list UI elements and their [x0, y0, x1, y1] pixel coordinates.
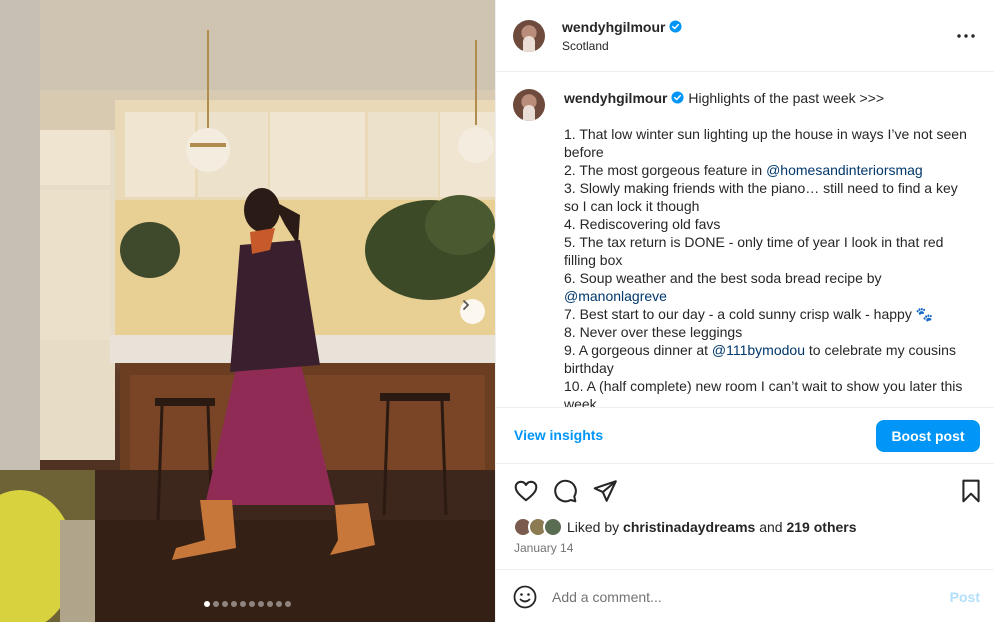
post-date[interactable]: January 14: [514, 541, 573, 555]
carousel-dot: [267, 601, 273, 607]
caption-line: 8. Never over these leggings: [564, 323, 969, 341]
likes-summary: Liked by christinadaydreams and 219 othe…: [513, 517, 857, 537]
caption-line-text: 7. Best start to our day - a cold sunny …: [564, 306, 934, 322]
post-comment-button[interactable]: Post: [950, 589, 980, 605]
boost-post-button[interactable]: Boost post: [876, 420, 980, 452]
caption-line: 2. The most gorgeous feature in @homesan…: [564, 161, 969, 179]
caption-line-text: 3. Slowly making friends with the piano……: [564, 180, 958, 214]
caption-line-text: 5. The tax return is DONE - only time of…: [564, 234, 944, 268]
chevron-right-icon: [463, 300, 470, 310]
caption-line: 10. A (half complete) new room I can’t w…: [564, 377, 969, 407]
carousel-dot: [231, 601, 237, 607]
emoji-icon[interactable]: [513, 585, 537, 609]
more-options-button[interactable]: [956, 26, 976, 46]
carousel-dot: [204, 601, 210, 607]
carousel-dot: [258, 601, 264, 607]
caption-line: 1. That low winter sun lighting up the h…: [564, 125, 969, 161]
caption-line-text: 2. The most gorgeous feature in: [564, 162, 767, 178]
mention-link[interactable]: @111bymodou: [712, 342, 805, 358]
comment-icon[interactable]: [552, 478, 578, 504]
caption-line: 4. Rediscovering old favs: [564, 215, 969, 233]
carousel-next-button[interactable]: [460, 299, 485, 324]
username-text[interactable]: wendyhgilmour: [562, 19, 665, 35]
more-options-icon: [957, 34, 975, 38]
mention-link[interactable]: @manonlagreve: [564, 288, 667, 304]
caption-line-text: 10. A (half complete) new room I can’t w…: [564, 378, 963, 407]
caption-head: wendyhgilmour Highlights of the past wee…: [564, 89, 884, 107]
location-link[interactable]: Scotland: [562, 39, 609, 53]
verified-badge-icon: [671, 91, 684, 104]
caption-title: Highlights of the past week >>>: [688, 90, 885, 106]
post-header: wendyhgilmour Scotland: [496, 0, 994, 72]
caption-line: 6. Soup weather and the best soda bread …: [564, 269, 969, 305]
kitchen-scene-image: [0, 0, 495, 622]
action-bar: [496, 474, 994, 506]
liked-by-prefix: Liked by: [567, 519, 620, 535]
comment-input[interactable]: [552, 584, 932, 610]
caption-avatar[interactable]: [513, 89, 545, 121]
caption-line-text: 8. Never over these leggings: [564, 324, 743, 340]
carousel-dot: [240, 601, 246, 607]
carousel-dot: [222, 601, 228, 607]
post-photo[interactable]: [0, 0, 495, 622]
caption-area: wendyhgilmour Highlights of the past wee…: [496, 72, 994, 407]
view-insights-link[interactable]: View insights: [514, 427, 603, 443]
carousel-dot: [249, 601, 255, 607]
caption-line-text: 9. A gorgeous dinner at: [564, 342, 712, 358]
caption-line: 9. A gorgeous dinner at @111bymodou to c…: [564, 341, 969, 377]
carousel-dot: [285, 601, 291, 607]
share-paper-plane-icon[interactable]: [592, 478, 618, 504]
header-username[interactable]: wendyhgilmour: [562, 19, 682, 35]
caption-line-text: 4. Rediscovering old favs: [564, 216, 721, 232]
caption-username[interactable]: wendyhgilmour: [564, 90, 667, 106]
post-details-panel: wendyhgilmour Scotland wendyhgilmour Hig…: [495, 0, 994, 622]
like-heart-icon[interactable]: [513, 478, 539, 504]
liked-by-user-link[interactable]: christinadaydreams: [623, 519, 755, 535]
caption-text: 1. That low winter sun lighting up the h…: [564, 125, 969, 407]
carousel-dot: [276, 601, 282, 607]
caption-line: 7. Best start to our day - a cold sunny …: [564, 305, 969, 323]
avatar: [543, 517, 563, 537]
caption-line-text: 6. Soup weather and the best soda bread …: [564, 270, 882, 286]
liked-by-others-link[interactable]: 219 others: [786, 519, 856, 535]
insights-bar: View insights Boost post: [496, 407, 994, 464]
caption-line: 3. Slowly making friends with the piano……: [564, 179, 969, 215]
save-bookmark-icon[interactable]: [958, 478, 984, 504]
verified-badge-icon: [669, 20, 682, 33]
liker-avatars: [513, 517, 565, 537]
caption-line: 5. The tax return is DONE - only time of…: [564, 233, 969, 269]
mention-link[interactable]: @homesandinteriorsmag: [766, 162, 923, 178]
comment-bar: Post: [496, 569, 994, 622]
caption-line-text: 1. That low winter sun lighting up the h…: [564, 126, 967, 160]
carousel-dots: [0, 601, 495, 607]
avatar[interactable]: [513, 20, 545, 52]
carousel-dot: [213, 601, 219, 607]
liked-by-and: and: [759, 519, 783, 535]
